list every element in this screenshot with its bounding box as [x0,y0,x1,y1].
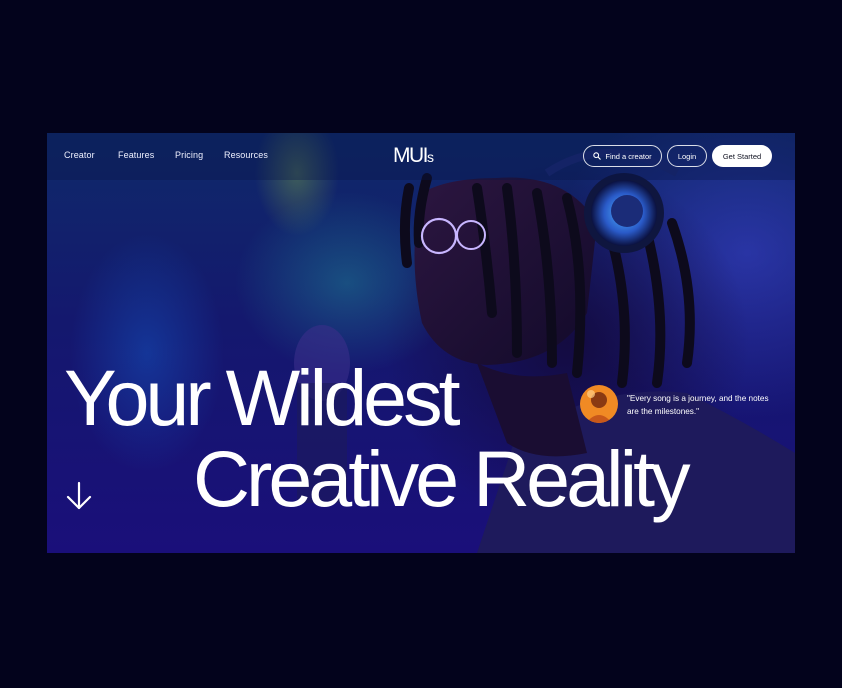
find-creator-button[interactable]: Find a creator [583,145,662,167]
avatar [580,385,618,423]
hero-section: Creator Features Pricing Resources MUIs … [47,133,795,553]
headline-line-2: Creative Reality [193,434,691,523]
testimonial-quote: "Every song is a journey, and the notes … [627,394,769,416]
headline-line-1: Your Wildest [64,353,461,442]
get-started-button[interactable]: Get Started [712,145,772,167]
nav-link-features[interactable]: Features [118,150,154,160]
login-button[interactable]: Login [667,145,707,167]
get-started-label: Get Started [722,151,762,161]
brand-logo[interactable]: MUIs [393,144,434,168]
logo-main: MUI [393,144,429,167]
find-creator-label: Find a creator [605,151,652,161]
logo-suffix: s [427,149,434,165]
arrow-down-icon[interactable] [65,481,93,511]
nav-link-pricing[interactable]: Pricing [175,150,203,160]
nav-link-resources[interactable]: Resources [224,150,268,160]
login-label: Login [677,151,697,161]
top-navigation: Creator Features Pricing Resources MUIs … [47,133,795,180]
search-icon [593,152,602,160]
nav-link-creator[interactable]: Creator [64,150,95,160]
